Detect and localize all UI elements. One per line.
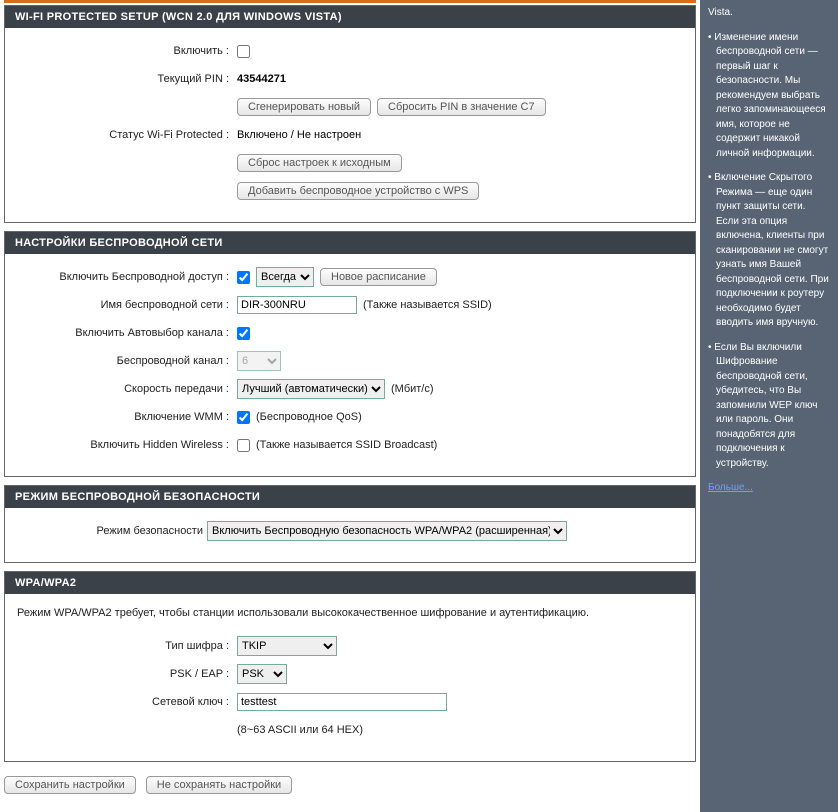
wpa-panel: WPA/WPA2 Режим WPA/WPA2 требует, чтобы с… xyxy=(4,571,696,762)
save-button[interactable]: Сохранить настройки xyxy=(4,776,136,794)
wpa-header: WPA/WPA2 xyxy=(5,572,695,594)
ssid-note: (Также называется SSID) xyxy=(363,299,492,311)
reset-pin-button[interactable]: Сбросить PIN в значение С7 xyxy=(377,98,546,116)
security-mode-label: Режим безопасности xyxy=(17,525,207,537)
wmm-note: (Беспроводное QoS) xyxy=(256,411,362,423)
help-sidebar: Vista. • Изменение имени беспроводной се… xyxy=(700,0,838,812)
wps-status-value: Включено / Не настроен xyxy=(237,129,361,141)
network-key-input[interactable] xyxy=(237,693,447,711)
auto-channel-label: Включить Автовыбор канала : xyxy=(17,327,237,339)
sidebar-text-1: • Изменение имени беспроводной сети — пе… xyxy=(708,31,830,162)
wps-enable-checkbox[interactable] xyxy=(237,45,250,58)
sidebar-text-2: • Включение Скрытого Режима — еще один п… xyxy=(708,171,830,331)
security-header: РЕЖИМ БЕСПРОВОДНОЙ БЕЗОПАСНОСТИ xyxy=(5,486,695,508)
network-key-label: Сетевой ключ : xyxy=(17,696,237,708)
wps-pin-label: Текущий PIN : xyxy=(17,73,237,85)
sidebar-text-3: • Если Вы включили Шифрование беспроводн… xyxy=(708,341,830,472)
add-wps-device-button[interactable]: Добавить беспроводное устройство с WPS xyxy=(237,182,479,200)
cipher-label: Тип шифра : xyxy=(17,640,237,652)
wps-enable-label: Включить : xyxy=(17,45,237,57)
wps-panel: WI-FI PROTECTED SETUP (WCN 2.0 ДЛЯ WINDO… xyxy=(4,5,696,223)
psk-eap-select[interactable]: PSK xyxy=(237,664,287,684)
reset-config-button[interactable]: Сброс настроек к исходным xyxy=(237,154,402,172)
cancel-button[interactable]: Не сохранять настройки xyxy=(146,776,292,794)
ssid-input[interactable] xyxy=(237,296,357,314)
schedule-select[interactable]: Всегда xyxy=(256,267,314,287)
cipher-select[interactable]: TKIP xyxy=(237,636,337,656)
hidden-label: Включить Hidden Wireless : xyxy=(17,439,237,451)
wps-header: WI-FI PROTECTED SETUP (WCN 2.0 ДЛЯ WINDO… xyxy=(5,6,695,28)
wmm-checkbox[interactable] xyxy=(237,411,250,424)
security-mode-select[interactable]: Включить Беспроводную безопасность WPA/W… xyxy=(207,521,567,541)
new-schedule-button[interactable]: Новое расписание xyxy=(320,268,437,286)
network-key-note: (8~63 ASCII или 64 HEX) xyxy=(237,724,363,736)
hidden-checkbox[interactable] xyxy=(237,439,250,452)
wmm-label: Включение WMM : xyxy=(17,411,237,423)
more-link[interactable]: Больше... xyxy=(708,482,753,493)
hidden-note: (Также называется SSID Broadcast) xyxy=(256,439,437,451)
rate-unit: (Мбит/с) xyxy=(391,383,434,395)
security-panel: РЕЖИМ БЕСПРОВОДНОЙ БЕЗОПАСНОСТИ Режим бе… xyxy=(4,485,696,563)
rate-label: Скорость передачи : xyxy=(17,383,237,395)
rate-select[interactable]: Лучший (автоматически) xyxy=(237,379,385,399)
channel-select[interactable]: 6 xyxy=(237,351,281,371)
wps-pin-value: 43544271 xyxy=(237,73,286,85)
wps-status-label: Статус Wi-Fi Protected : xyxy=(17,129,237,141)
wireless-panel: НАСТРОЙКИ БЕСПРОВОДНОЙ СЕТИ Включить Бес… xyxy=(4,231,696,477)
generate-pin-button[interactable]: Сгенерировать новый xyxy=(237,98,371,116)
psk-eap-label: PSK / EAP : xyxy=(17,668,237,680)
sidebar-text-0: Vista. xyxy=(708,6,830,21)
wpa-description: Режим WPA/WPA2 требует, чтобы станции ис… xyxy=(17,606,683,621)
ssid-label: Имя беспроводной сети : xyxy=(17,299,237,311)
channel-label: Беспроводной канал : xyxy=(17,355,237,367)
auto-channel-checkbox[interactable] xyxy=(237,327,250,340)
wireless-enable-label: Включить Беспроводной доступ : xyxy=(17,271,237,283)
wireless-enable-checkbox[interactable] xyxy=(237,271,250,284)
wireless-header: НАСТРОЙКИ БЕСПРОВОДНОЙ СЕТИ xyxy=(5,232,695,254)
